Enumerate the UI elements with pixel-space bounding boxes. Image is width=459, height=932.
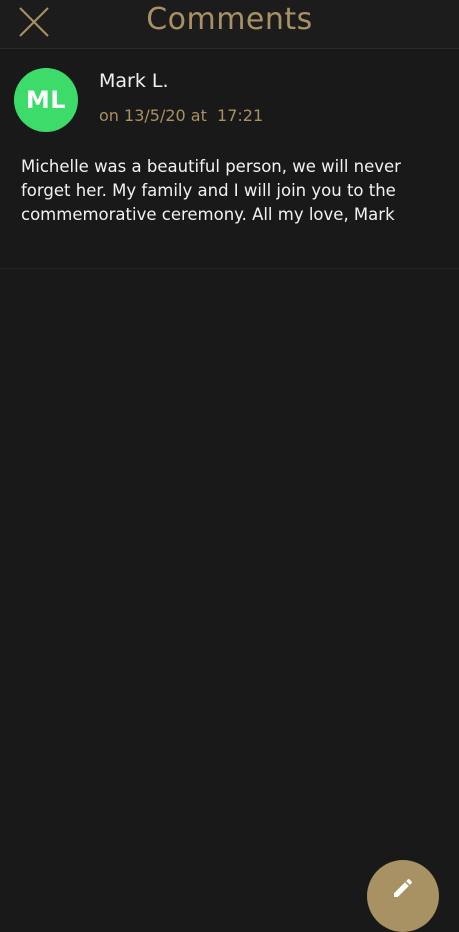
comment-timestamp: on 13/5/20 at 17:21 [99, 106, 264, 125]
write-comment-button[interactable] [367, 860, 439, 932]
pencil-icon [394, 878, 413, 897]
comment-text: Michelle was a beautiful person, we will… [21, 157, 401, 224]
page-title: Comments [146, 2, 313, 37]
comment-author: Mark L. [99, 70, 169, 92]
comment-item: ML Mark L. on 13/5/20 at 17:21 Michelle … [0, 49, 459, 269]
avatar: ML [14, 68, 78, 132]
top-bar: Comments [0, 0, 459, 49]
